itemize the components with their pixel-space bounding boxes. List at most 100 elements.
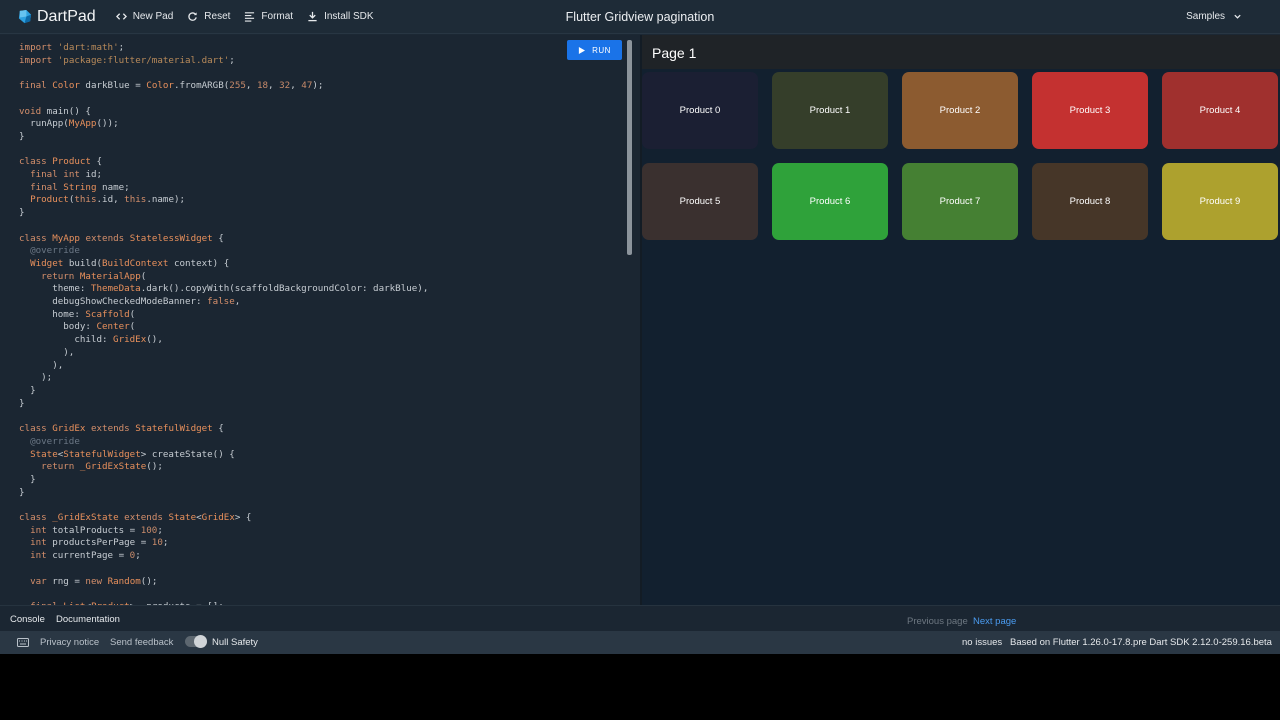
code-line: child: GridEx(), [19,334,163,346]
code-line: final Color darkBlue = Color.fromARGB(25… [19,80,324,92]
code-line: runApp(MyApp()); [19,118,119,130]
keyboard-icon[interactable] [17,638,29,647]
code-line: int currentPage = 0; [30,550,141,562]
product-tile[interactable]: Product 2 [902,72,1018,149]
code-line: @override [30,245,80,257]
product-tile[interactable]: Product 5 [642,163,758,240]
tab-documentation[interactable]: Documentation [56,614,120,625]
product-tile[interactable]: Product 7 [902,163,1018,240]
top-toolbar: DartPad New Pad Reset Format Install SDK… [0,0,1280,34]
next-page-button[interactable]: Next page [973,616,1016,627]
download-icon [308,11,317,22]
code-line: int productsPerPage = 10; [30,537,169,549]
product-tile[interactable]: Product 6 [772,163,888,240]
code-line: ), [19,346,75,358]
code-brackets-icon [115,13,127,20]
code-line: return MaterialApp( [41,270,147,282]
product-label: Product 8 [1069,196,1111,207]
product-label: Product 9 [1199,196,1241,207]
code-line: Product(this.id, this.name); [30,194,186,206]
new-pad-label: New Pad [132,11,174,22]
dart-logo-icon [18,9,32,24]
code-line: } [19,130,25,142]
code-line: class Product { [19,156,103,168]
code-line: class GridEx extends StatefulWidget { [19,423,224,435]
dartpad-window: DartPad New Pad Reset Format Install SDK… [0,0,1280,654]
reset-label: Reset [204,11,231,22]
code-line: home: Scaffold( [19,308,136,320]
toggle-knob [194,635,207,648]
editor-scrollbar[interactable] [627,40,632,255]
product-tile[interactable]: Product 9 [1162,163,1278,240]
page-title: Page 1 [652,45,697,61]
null-safety-label: Null Safety [212,637,258,648]
install-sdk-label: Install SDK [324,11,374,22]
format-button[interactable]: Format [244,11,293,22]
align-left-icon [245,12,255,22]
run-button[interactable]: RUN [567,40,622,60]
samples-label: Samples [1186,11,1225,22]
samples-dropdown[interactable]: Samples [1186,11,1242,22]
product-tile[interactable]: Product 3 [1032,72,1148,149]
code-line: } [19,486,25,498]
chevron-down-icon [1234,14,1241,19]
app-name: DartPad [37,7,96,25]
code-line: return _GridExState(); [41,461,163,473]
product-tile[interactable]: Product 8 [1032,163,1148,240]
code-text[interactable]: import 'dart:math'; import 'package:flutt… [19,42,428,605]
dartpad-logo[interactable]: DartPad [17,8,96,26]
install-sdk-button[interactable]: Install SDK [307,11,374,22]
send-feedback-link[interactable]: Send feedback [110,637,173,648]
tab-console[interactable]: Console [10,614,45,625]
code-line: var rng = new Random(); [30,575,158,587]
app-bar: Page 1 [642,35,1280,69]
sdk-version-info: Based on Flutter 1.26.0-17.8.pre Dart SD… [1010,637,1272,648]
code-line: void main() { [19,105,91,117]
code-line: } [19,473,36,485]
console-bar: Console Documentation Previous page Next… [0,605,1280,631]
product-label: Product 6 [809,196,851,207]
previous-page-button[interactable]: Previous page [907,616,968,627]
code-line: import 'package:flutter/material.dart'; [19,54,235,66]
code-line: final String name; [30,181,130,193]
code-line: debugShowCheckedModeBanner: false, [19,296,241,308]
run-label: RUN [592,45,611,55]
product-tile[interactable]: Product 4 [1162,72,1278,149]
code-line: class _GridExState extends State<GridEx>… [19,512,252,524]
code-line: @override [30,435,80,447]
code-line: Widget build(BuildContext context) { [30,257,230,269]
product-label: Product 7 [939,196,981,207]
reset-button[interactable]: Reset [187,11,230,22]
code-line: theme: ThemeData.dark().copyWith(scaffol… [19,283,429,295]
status-footer: Privacy notice Send feedback Null Safety… [0,631,1280,654]
code-line: int totalProducts = 100; [30,524,163,536]
code-line: body: Center( [19,321,136,333]
product-label: Product 5 [679,196,721,207]
product-label: Product 1 [809,105,851,116]
play-icon [578,46,586,54]
product-label: Product 4 [1199,105,1241,116]
code-editor[interactable]: import 'dart:math'; import 'package:flutt… [0,35,640,605]
code-line: import 'dart:math'; [19,42,125,53]
product-tile[interactable]: Product 0 [642,72,758,149]
issues-status[interactable]: no issues [962,637,1002,648]
privacy-notice-link[interactable]: Privacy notice [40,637,99,648]
code-line: class MyApp extends StatelessWidget { [19,232,224,244]
format-label: Format [261,11,294,22]
product-label: Product 2 [939,105,981,116]
code-line: } [19,207,25,219]
code-line: } [19,384,36,396]
product-label: Product 0 [679,105,721,116]
code-line: final int id; [30,169,103,181]
app-output-panel: Page 1 Product 0 Product 1 Product 2 Produc… [642,35,1280,605]
code-line: ), [19,359,64,371]
new-pad-button[interactable]: New Pad [115,11,174,22]
null-safety-toggle[interactable] [185,635,207,648]
product-tile[interactable]: Product 1 [772,72,888,149]
